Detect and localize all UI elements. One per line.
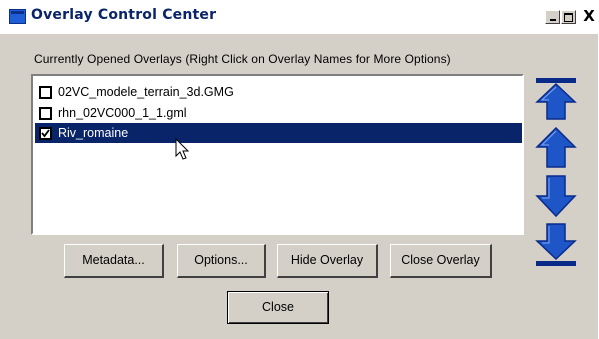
arrow-to-bottom-icon bbox=[535, 223, 577, 266]
arrow-to-top-icon bbox=[535, 78, 577, 120]
maximize-icon bbox=[564, 13, 573, 22]
overlay-visibility-checkbox[interactable] bbox=[39, 86, 52, 99]
overlay-list-item-selected[interactable]: Riv_romaine bbox=[35, 123, 522, 143]
overlay-control-center-window: Overlay Control Center X Currently Opene… bbox=[0, 0, 599, 339]
window-icon bbox=[9, 9, 26, 24]
overlay-list-item[interactable]: 02VC_modele_terrain_3d.GMG bbox=[35, 82, 522, 102]
overlay-name: rhn_02VC000_1_1.gml bbox=[58, 106, 187, 120]
overlay-visibility-checkbox[interactable] bbox=[39, 107, 52, 120]
options-button[interactable]: Options... bbox=[177, 244, 266, 278]
window-title: Overlay Control Center bbox=[31, 7, 217, 23]
overlays-listbox[interactable]: 02VC_modele_terrain_3d.GMG rhn_02VC000_1… bbox=[31, 74, 524, 235]
arrow-down-icon bbox=[535, 175, 577, 218]
metadata-button[interactable]: Metadata... bbox=[64, 244, 164, 278]
overlays-list-label: Currently Opened Overlays (Right Click o… bbox=[34, 52, 451, 66]
minimize-icon bbox=[549, 19, 556, 21]
close-window-button[interactable]: X bbox=[579, 9, 599, 24]
move-up-button[interactable] bbox=[534, 126, 578, 170]
mouse-pointer-icon bbox=[175, 138, 190, 160]
minimize-button[interactable] bbox=[545, 10, 560, 24]
arrow-up-icon bbox=[535, 126, 577, 168]
checkmark-icon bbox=[41, 129, 50, 138]
move-down-button[interactable] bbox=[534, 174, 578, 218]
close-button[interactable]: Close bbox=[227, 291, 329, 324]
close-overlay-button[interactable]: Close Overlay bbox=[390, 244, 492, 278]
title-bar[interactable]: Overlay Control Center X bbox=[0, 0, 599, 34]
move-to-top-button[interactable] bbox=[534, 76, 578, 122]
move-to-bottom-button[interactable] bbox=[534, 222, 578, 268]
overlay-list-item[interactable]: rhn_02VC000_1_1.gml bbox=[35, 103, 522, 123]
overlay-visibility-checkbox-checked[interactable] bbox=[39, 127, 52, 140]
hide-overlay-button[interactable]: Hide Overlay bbox=[277, 244, 378, 278]
overlay-name: Riv_romaine bbox=[58, 126, 129, 140]
maximize-button[interactable] bbox=[561, 10, 576, 24]
overlay-name: 02VC_modele_terrain_3d.GMG bbox=[58, 85, 234, 99]
